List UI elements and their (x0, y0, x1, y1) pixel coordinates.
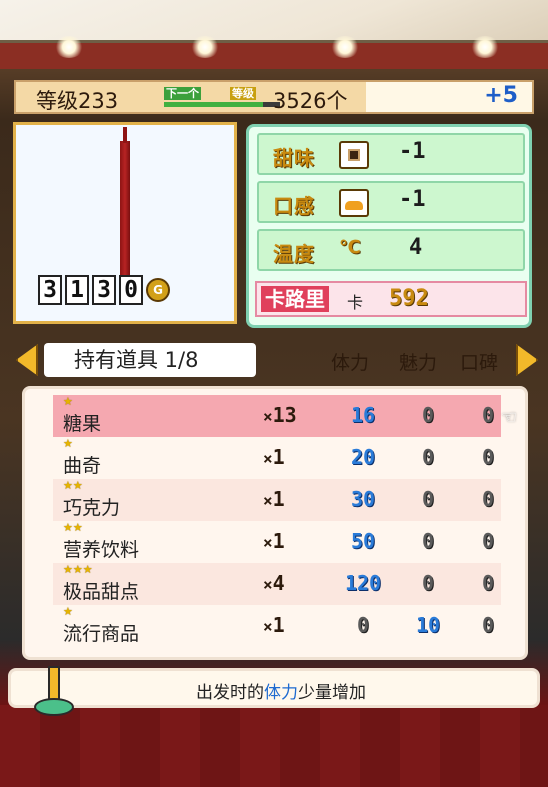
item-name: 流行商品 (63, 623, 140, 645)
column-header-reputation: 口碑 (460, 352, 499, 374)
reputation-value: 0 (481, 487, 495, 511)
stamina-value: 50 (350, 529, 376, 553)
calorie-unit: 卡 (347, 293, 364, 312)
column-header-stamina: 体力 (331, 352, 370, 374)
item-quantity: ×13 (263, 403, 297, 427)
prev-page-arrow-icon[interactable] (16, 344, 38, 376)
price-digit: 1 (65, 275, 89, 305)
item-quantity: ×1 (263, 445, 285, 469)
lamp-icon (330, 36, 360, 58)
stamina-value: 120 (344, 571, 382, 595)
column-header-charm: 魅力 (399, 352, 438, 374)
stamina-value: 0 (356, 613, 370, 637)
item-quantity: ×1 (263, 613, 285, 637)
list-item[interactable]: ★★ 巧克力 ×1 30 0 0 (53, 479, 501, 521)
item-quantity: ×1 (263, 529, 285, 553)
stat-row-sweetness: 甜味 -1 (257, 133, 525, 175)
inventory-tab-title[interactable]: 持有道具 1/8 (44, 343, 256, 377)
charm-value: 0 (421, 571, 435, 595)
list-item[interactable]: ★ 糖果 ×13 16 0 0 ☜ (53, 395, 517, 437)
star-rating: ★ (63, 437, 73, 450)
reputation-value: 0 (481, 445, 495, 469)
item-quantity: ×4 (263, 571, 285, 595)
bread-icon (339, 189, 369, 217)
item-name: 糖果 (63, 413, 102, 435)
stat-row-temperature: 温度 ℃ 4 (257, 229, 525, 271)
list-item[interactable]: ★★★ 极品甜点 ×4 120 0 0 (53, 563, 501, 605)
stat-row-texture: 口感 -1 (257, 181, 525, 223)
star-rating: ★★ (63, 521, 83, 534)
item-description: 出发时的体力少量增加 (196, 683, 366, 703)
reputation-value: 0 (481, 571, 495, 595)
charm-value: 0 (421, 487, 435, 511)
level-progress-fill (164, 102, 263, 107)
calorie-label: 卡路里 (261, 286, 329, 312)
item-description-bar: 出发时的体力少量增加 (8, 668, 540, 708)
list-item[interactable]: ★★ 营养饮料 ×1 50 0 0 (53, 521, 501, 563)
item-name: 巧克力 (63, 497, 121, 519)
reputation-value: 0 (481, 529, 495, 553)
star-rating: ★★★ (63, 563, 93, 576)
stamina-value: 16 (350, 403, 376, 427)
bonus-plus-value: +5 (484, 83, 518, 108)
stat-label: 甜味 (273, 146, 315, 170)
price-digit: 0 (119, 275, 143, 305)
next-page-arrow-icon[interactable] (516, 344, 538, 376)
star-rating: ★ (63, 605, 73, 618)
item-name: 极品甜点 (63, 581, 140, 603)
item-name: 曲奇 (63, 455, 102, 477)
stat-label: 口感 (273, 194, 315, 218)
shop-roof (0, 0, 548, 69)
next-level-tag: 下一个 (164, 87, 201, 100)
calorie-value: 592 (389, 286, 429, 311)
level-header: 等级233 下一个 等级 3526个 +5 (14, 80, 534, 114)
list-item[interactable]: ★ 流行商品 ×1 0 10 0 (53, 605, 501, 647)
stat-value: 4 (409, 235, 423, 260)
item-stats-panel: 甜味 -1 口感 -1 温度 ℃ 4 卡路里 卡 592 (246, 124, 532, 328)
item-list: ★ 糖果 ×13 16 0 0 ☜ ★ 曲奇 ×1 20 0 0 ★★ 巧克力 … (22, 386, 528, 660)
star-rating: ★★ (63, 479, 83, 492)
reputation-value: 0 (481, 613, 495, 637)
charm-value: 0 (421, 445, 435, 469)
gold-coin-icon: G (146, 275, 170, 305)
stamina-value: 20 (350, 445, 376, 469)
pointing-hand-icon: ☜ (501, 407, 518, 428)
calorie-row: 卡路里 卡 592 (255, 281, 527, 317)
stat-label: 温度 (273, 242, 315, 266)
celsius-icon: ℃ (339, 237, 361, 258)
level-text: 等级233 (36, 89, 119, 113)
price-display: 3 1 3 0 G (38, 275, 170, 305)
stat-value: -1 (399, 139, 426, 164)
sweet-icon (339, 141, 369, 169)
red-carpet-floor (0, 705, 548, 787)
candy-stick-image (120, 127, 130, 291)
star-rating: ★ (63, 395, 73, 408)
lamp-icon (54, 36, 84, 58)
item-preview: 3 1 3 0 G (13, 122, 237, 324)
item-name: 营养饮料 (63, 539, 140, 561)
lamp-icon (470, 36, 500, 58)
charm-value: 0 (421, 529, 435, 553)
charm-value: 10 (415, 613, 441, 637)
list-item[interactable]: ★ 曲奇 ×1 20 0 0 (53, 437, 501, 479)
stat-value: -1 (399, 187, 426, 212)
count-text: 3526个 (273, 89, 348, 113)
price-digit: 3 (92, 275, 116, 305)
price-digit: 3 (38, 275, 62, 305)
charm-value: 0 (421, 403, 435, 427)
inventory-tabbar: 持有道具 1/8 体力 魅力 口碑 (10, 340, 538, 380)
item-quantity: ×1 (263, 487, 285, 511)
scale-icon (28, 660, 78, 716)
stamina-value: 30 (350, 487, 376, 511)
level-progress-bar (164, 102, 280, 107)
lamp-icon (190, 36, 220, 58)
grade-tag: 等级 (230, 87, 256, 100)
